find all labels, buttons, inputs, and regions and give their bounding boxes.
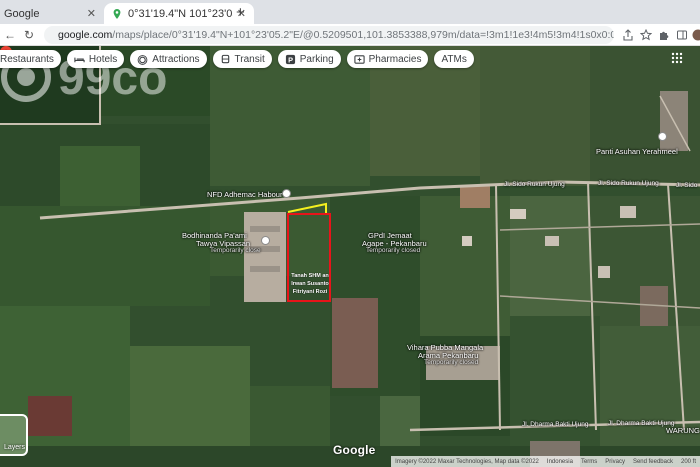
url-path: /maps/place/0°31'19.4"N+101°23'05.2"E/@0…	[112, 29, 614, 41]
google-apps-icon[interactable]	[671, 52, 683, 64]
privacy-link[interactable]: Privacy	[605, 459, 625, 465]
road-label: Jl. Dharma Bakti Ujung	[522, 421, 589, 428]
place-label-warung[interactable]: WARUNG	[666, 426, 700, 435]
sidebar-icon[interactable]	[676, 29, 688, 41]
place-marker-icon[interactable]	[658, 132, 667, 141]
road-label: Jl. Dharma Bakti Ujung	[608, 420, 675, 427]
extensions-icon[interactable]	[658, 29, 670, 41]
road-label: Jl. Sido Rukun Ujung	[598, 180, 659, 187]
address-bar[interactable]: google.com/maps/place/0°31'19.4"N+101°23…	[44, 26, 614, 44]
reload-icon[interactable]: ↻	[24, 28, 34, 42]
tab-title: 0°31'19.4"N 101°23'05.2"E - G	[128, 7, 233, 20]
place-status: Temporarily close	[210, 247, 261, 254]
chip-attractions[interactable]: Attractions	[130, 50, 207, 68]
profile-avatar-icon[interactable]	[692, 29, 700, 41]
chip-label: Restaurants	[0, 53, 54, 65]
scale-label[interactable]: 200 ft	[681, 459, 696, 465]
layers-button[interactable]: Layers	[0, 414, 28, 456]
map-attribution: Imagery ©2022 Maxar Technologies, Map da…	[391, 456, 700, 467]
place-status: Temporarily closed	[424, 359, 479, 366]
share-icon[interactable]	[622, 29, 634, 41]
tab-title: Google	[4, 7, 40, 20]
chip-parking[interactable]: P Parking	[277, 50, 341, 68]
chip-atms[interactable]: ATMs	[434, 50, 474, 68]
parcel-label-line: Tanah SHM an	[291, 273, 329, 279]
url-host: google.com	[58, 29, 113, 41]
bed-icon	[74, 57, 85, 62]
chip-label: Pharmacies	[368, 53, 422, 65]
bookmark-star-icon[interactable]	[640, 29, 652, 41]
place-status: Temporarily closed	[366, 247, 421, 254]
road-label: Jl. Sido Rukun Ujung	[504, 181, 565, 188]
chip-pharmacies[interactable]: Pharmacies	[346, 50, 429, 68]
parcel-label: Tanah SHM an Irwan Susanto Fitriyani Roz…	[288, 272, 332, 296]
back-icon[interactable]: ←	[4, 28, 16, 42]
pharmacy-icon	[354, 54, 365, 64]
close-icon[interactable]: ✕	[87, 7, 96, 20]
layers-label: Layers	[4, 444, 26, 451]
tab-bar: Google ✕ 0°31'19.4"N 101°23'05.2"E - G ✕…	[0, 0, 700, 24]
road-label: Jl. Sido	[676, 182, 698, 189]
tab-maps[interactable]: 0°31'19.4"N 101°23'05.2"E - G ✕	[104, 3, 254, 24]
parcel-label-line: Irwan Susanto	[291, 281, 329, 287]
google-logo: Google	[333, 443, 376, 457]
camera-icon	[137, 54, 148, 65]
bus-icon	[221, 54, 229, 63]
chip-hotels[interactable]: Hotels	[66, 50, 125, 68]
parking-icon: P	[285, 54, 295, 64]
satellite-imagery	[0, 46, 700, 467]
chip-label: Transit	[234, 53, 265, 65]
chip-label: ATMs	[441, 53, 467, 65]
attribution-region[interactable]: Indonesia	[547, 459, 573, 465]
tab-google[interactable]: Google ✕	[0, 3, 104, 24]
place-marker-icon[interactable]	[282, 189, 291, 198]
category-chips: Restaurants Hotels Attractions Transit P…	[0, 50, 474, 70]
place-marker-icon[interactable]	[261, 236, 270, 245]
place-label-nfd[interactable]: NFD Adhemac Habour	[207, 190, 282, 199]
chip-transit[interactable]: Transit	[212, 50, 272, 68]
attribution-text: Imagery ©2022 Maxar Technologies, Map da…	[395, 458, 539, 465]
chip-label: Hotels	[88, 53, 118, 65]
send-feedback-link[interactable]: Send feedback	[633, 459, 673, 465]
new-tab-icon[interactable]: +	[236, 4, 245, 21]
parcel-label-line: Fitriyani Rozi	[292, 289, 328, 295]
satellite-map[interactable]: 99co Tanah SHM an Irwan Susanto Fitriyan…	[0, 46, 700, 467]
chip-label: Parking	[299, 53, 334, 65]
place-label-panti[interactable]: Panti Asuhan Yerahmeel	[596, 147, 678, 156]
maps-favicon-icon	[113, 8, 121, 19]
svg-text:P: P	[288, 55, 293, 64]
browser-toolbar: ← ↻ google.com/maps/place/0°31'19.4"N+10…	[0, 24, 700, 46]
chip-label: Attractions	[152, 53, 200, 65]
terms-link[interactable]: Terms	[581, 459, 597, 465]
chip-restaurants[interactable]: Restaurants	[0, 50, 61, 68]
